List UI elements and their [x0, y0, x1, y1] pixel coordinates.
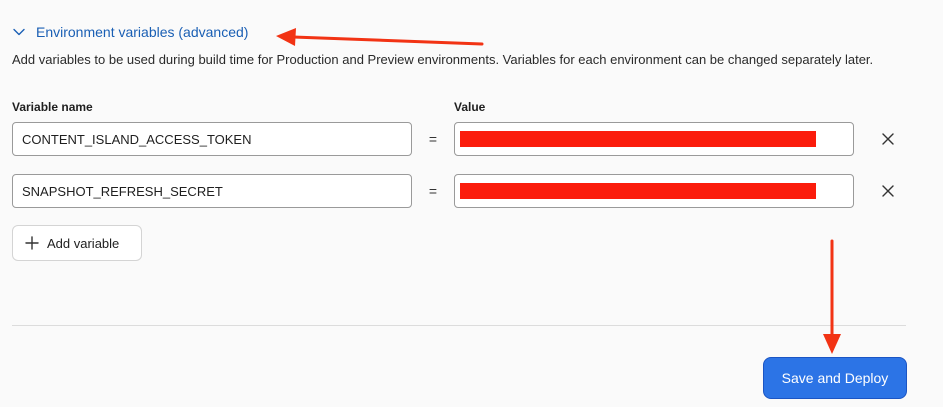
env-vars-section-toggle[interactable]: Environment variables (advanced) — [12, 24, 248, 40]
variable-name-input[interactable]: CONTENT_ISLAND_ACCESS_TOKEN — [12, 122, 412, 156]
save-and-deploy-label: Save and Deploy — [781, 370, 889, 386]
section-divider — [12, 325, 906, 326]
save-and-deploy-button[interactable]: Save and Deploy — [763, 357, 907, 399]
equals-sign: = — [428, 131, 438, 147]
variable-value-input[interactable] — [454, 122, 854, 156]
add-variable-button[interactable]: Add variable — [12, 225, 142, 261]
value-column-label: Value — [454, 100, 486, 114]
section-description: Add variables to be used during build ti… — [12, 52, 874, 67]
plus-icon — [25, 236, 39, 250]
variable-name-input[interactable]: SNAPSHOT_REFRESH_SECRET — [12, 174, 412, 208]
variable-name-text: CONTENT_ISLAND_ACCESS_TOKEN — [22, 131, 252, 147]
variable-value-input[interactable] — [454, 174, 854, 208]
section-title: Environment variables (advanced) — [36, 24, 249, 40]
annotation-arrow-left — [276, 28, 484, 46]
variable-name-column-label: Variable name — [12, 100, 93, 114]
redacted-value — [460, 131, 816, 147]
remove-variable-button[interactable] — [879, 130, 897, 148]
equals-sign: = — [428, 183, 438, 199]
chevron-down-icon — [13, 28, 25, 36]
close-icon — [882, 185, 894, 197]
close-icon — [882, 133, 894, 145]
annotation-arrow-down — [823, 239, 841, 354]
remove-variable-button[interactable] — [879, 182, 897, 200]
environment-variables-panel: Environment variables (advanced) Add var… — [0, 0, 943, 407]
variable-name-text: SNAPSHOT_REFRESH_SECRET — [22, 183, 223, 199]
redacted-value — [460, 183, 816, 199]
add-variable-label: Add variable — [47, 235, 120, 251]
